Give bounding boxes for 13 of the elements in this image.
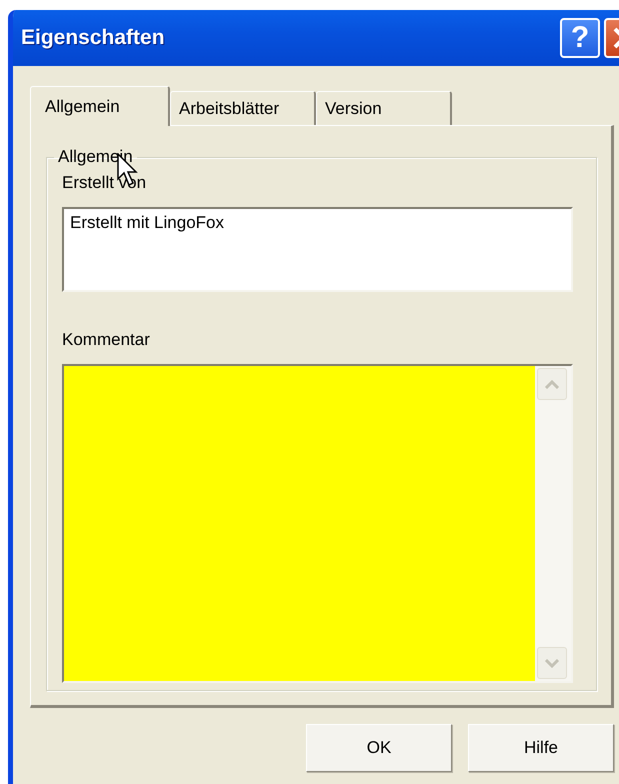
field-label: Kommentar (62, 330, 151, 350)
text-field[interactable]: Erstellt mit LingoFox (62, 207, 573, 292)
null[interactable]: OK (306, 724, 452, 772)
window-title: Eigenschaften (21, 26, 166, 50)
comment-field[interactable] (62, 364, 573, 683)
scroll-down-icon[interactable] (537, 647, 567, 679)
tab[interactable]: Version (316, 91, 452, 125)
tab[interactable]: Arbeitsblätter (170, 91, 316, 125)
scrollbar[interactable] (535, 366, 571, 681)
scroll-up-icon[interactable] (537, 368, 567, 400)
help-button[interactable]: ? (560, 18, 600, 58)
null[interactable]: Hilfe (468, 724, 614, 772)
tab[interactable]: Allgemein (30, 86, 170, 126)
